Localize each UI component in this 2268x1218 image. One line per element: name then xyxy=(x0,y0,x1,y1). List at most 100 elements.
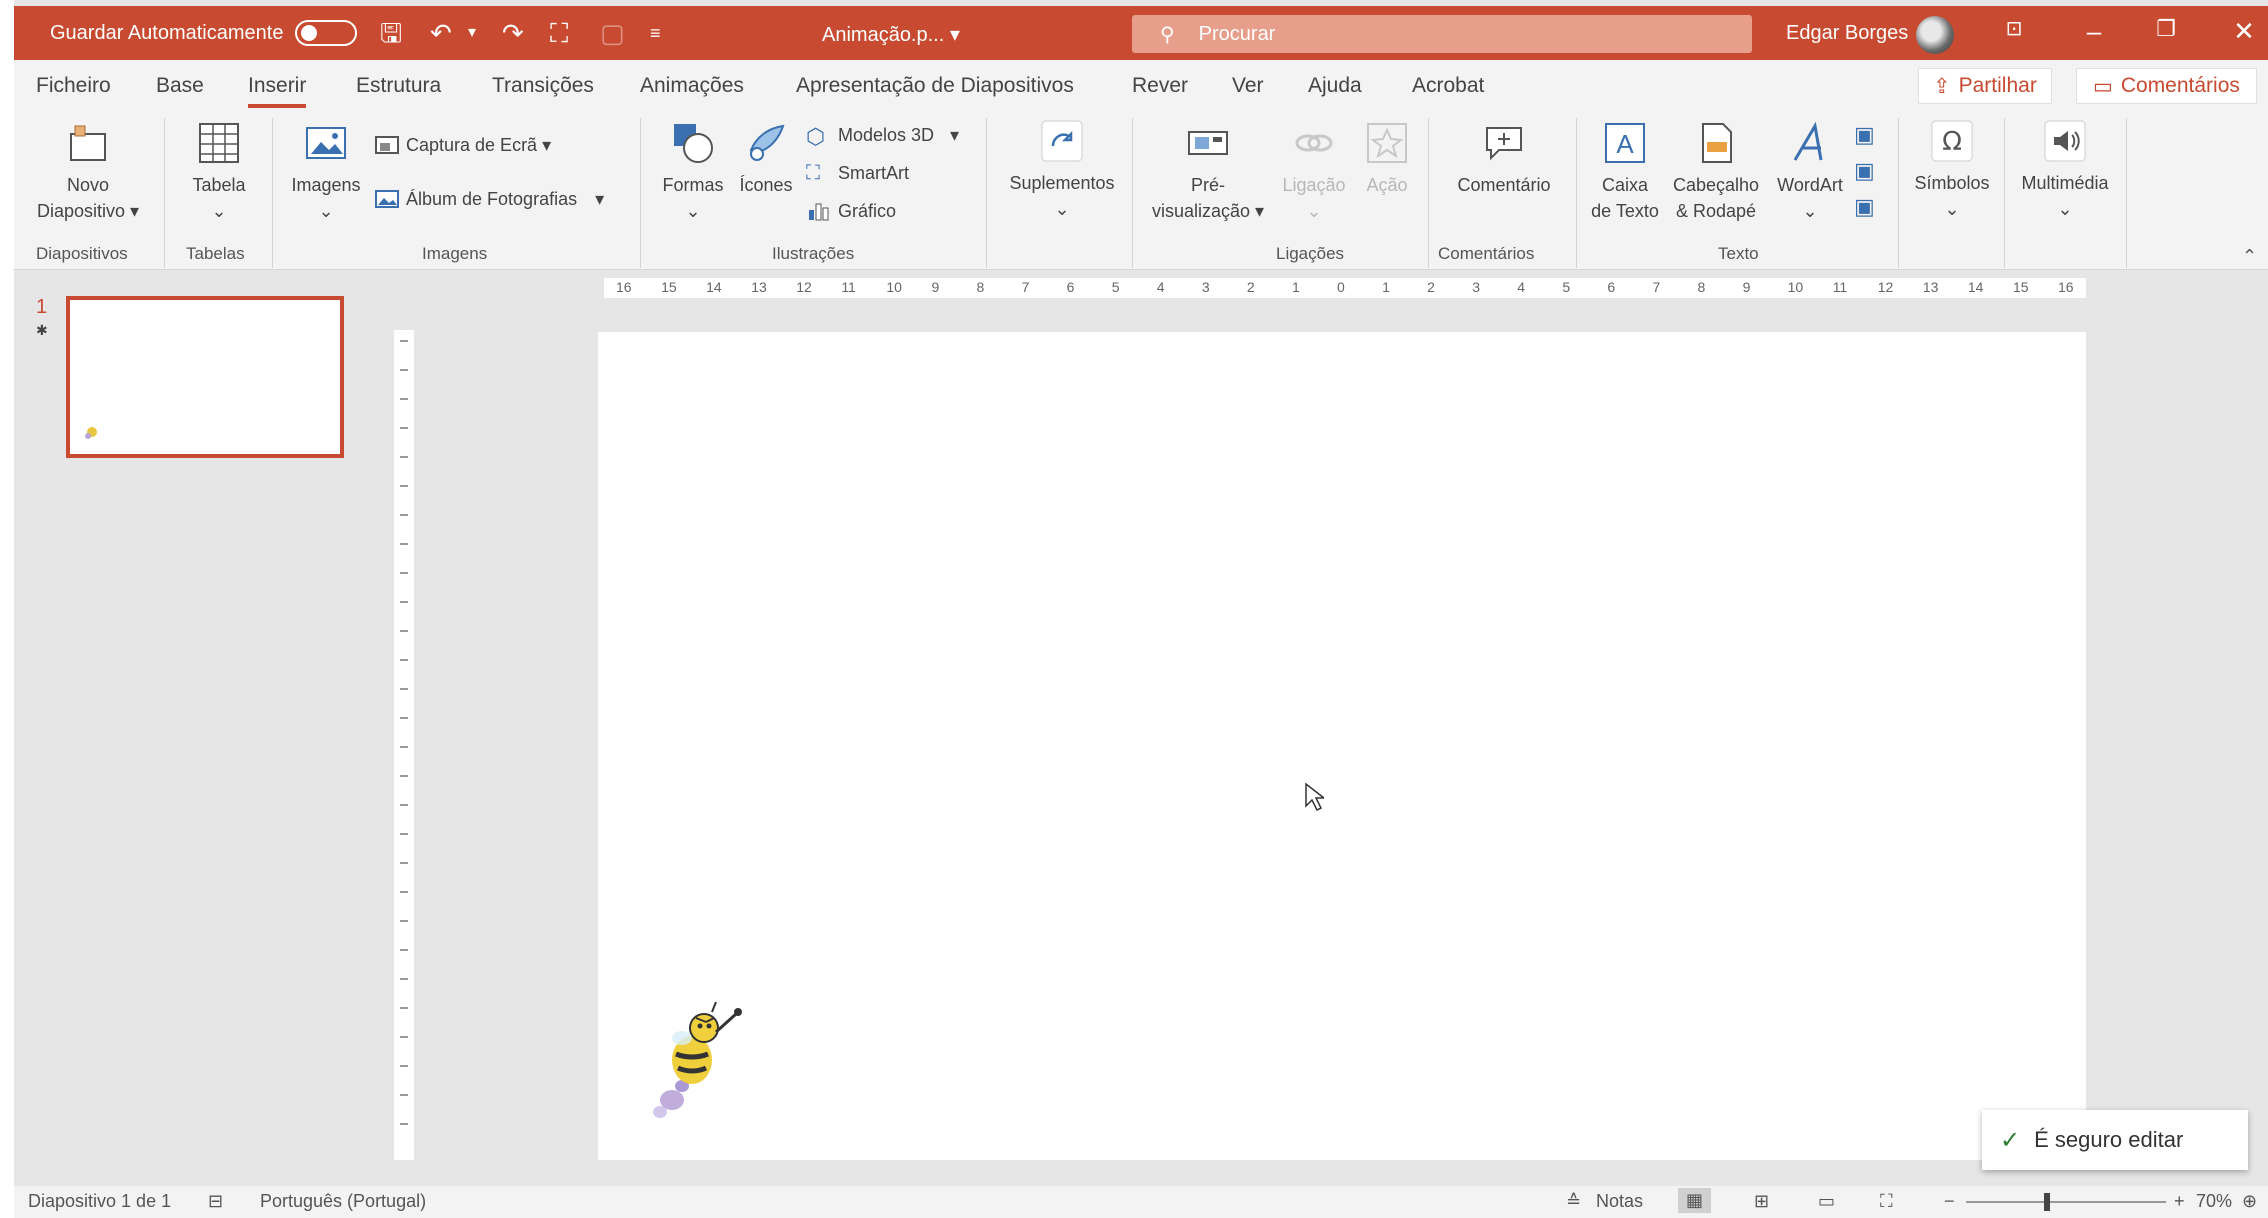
photo-album-icon xyxy=(375,190,399,208)
close-icon[interactable]: ✕ xyxy=(2224,16,2264,47)
svg-text:A: A xyxy=(1616,129,1634,159)
table-button[interactable]: Tabela ⌄ xyxy=(174,120,264,224)
new-slide-button[interactable]: Novo Diapositivo ▾ xyxy=(28,120,148,224)
share-icon: ⇪ xyxy=(1933,74,1951,98)
media-button[interactable]: Multimédia ⌄ xyxy=(2008,118,2122,222)
ribbon-display-icon[interactable]: ⊡ xyxy=(1994,16,2034,41)
fit-to-window-icon[interactable]: ⊕ xyxy=(2242,1191,2257,1212)
zoom-slider-thumb[interactable] xyxy=(2044,1193,2050,1211)
slide-number-icon[interactable]: ▣ xyxy=(1854,158,1875,184)
notes-icon[interactable]: ≙ xyxy=(1566,1191,1581,1212)
share-button[interactable]: ⇪ Partilhar xyxy=(1918,68,2052,104)
bee-character-image[interactable] xyxy=(616,972,746,1122)
horizontal-ruler: 16 15 14 13 12 11 10 9 8 7 6 5 4 3 2 1 0 1 2 3 4 5 6 7 8 9 10 11 12 1… xyxy=(604,278,2086,298)
customize-toolbar-icon[interactable]: ≡ xyxy=(650,18,661,48)
addins-button[interactable]: Suplementos ⌄ xyxy=(992,118,1132,222)
search-box[interactable]: ⚲ Procurar xyxy=(1132,15,1752,53)
save-icon[interactable]: 🖫 xyxy=(380,18,402,48)
image-icon xyxy=(306,127,346,159)
symbols-button[interactable]: Ω Símbolos ⌄ xyxy=(1902,118,2002,222)
safe-edit-notice[interactable]: ✓ É seguro editar xyxy=(1982,1110,2248,1170)
notes-button[interactable]: Notas xyxy=(1596,1191,1643,1212)
chevron-down-icon: ⌄ xyxy=(318,201,334,221)
tab-estrutura[interactable]: Estrutura xyxy=(356,74,441,98)
undo-icon[interactable]: ↶ xyxy=(430,18,452,48)
shapes-button[interactable]: Formas ⌄ xyxy=(648,120,738,224)
link-button[interactable]: Ligação ⌄ xyxy=(1276,120,1352,224)
icons-button[interactable]: Ícones xyxy=(728,120,804,198)
user-name[interactable]: Edgar Borges xyxy=(1786,22,1908,45)
autosave-toggle[interactable] xyxy=(295,20,358,46)
tab-inserir[interactable]: Inserir xyxy=(248,74,307,108)
slideshow-icon[interactable]: ⛶ xyxy=(1880,1191,1893,1212)
divider xyxy=(1898,118,1899,268)
zoom-slider[interactable] xyxy=(1966,1193,2166,1211)
comments-button[interactable]: ▭ Comentários xyxy=(2076,68,2257,104)
ruler-tick xyxy=(400,746,408,748)
chart-label: Gráfico xyxy=(838,200,897,221)
screenshot-button[interactable]: Captura de Ecrã ▾ xyxy=(374,134,551,156)
tab-animacoes[interactable]: Animações xyxy=(640,74,744,98)
tab-ver[interactable]: Ver xyxy=(1232,74,1264,98)
svg-text:Ω: Ω xyxy=(1942,127,1962,157)
preview-label2: visualização ▾ xyxy=(1151,201,1265,221)
zoom-out-icon[interactable]: − xyxy=(1944,1191,1955,1212)
collapse-ribbon-icon[interactable]: ⌃ xyxy=(2242,246,2257,267)
zoom-in-icon[interactable]: + xyxy=(2174,1191,2185,1212)
tab-base[interactable]: Base xyxy=(156,74,204,98)
slide-canvas[interactable] xyxy=(598,332,2086,1160)
comment-button[interactable]: Comentário xyxy=(1434,120,1574,198)
undo-dropdown-icon[interactable]: ▾ xyxy=(468,18,476,48)
autosave-label: Guardar Automaticamente xyxy=(50,21,284,44)
tab-ajuda[interactable]: Ajuda xyxy=(1308,74,1362,98)
group-label-links: Ligações xyxy=(1276,244,1345,263)
avatar[interactable] xyxy=(1916,16,1954,54)
comment-icon: ▭ xyxy=(2093,74,2113,98)
photo-album-button[interactable]: Álbum de Fotografias ▾ xyxy=(374,188,604,210)
group-label-tables: Tabelas xyxy=(186,244,245,263)
tab-acrobat[interactable]: Acrobat xyxy=(1412,74,1484,98)
restore-icon[interactable]: ❐ xyxy=(2146,16,2186,42)
wordart-button[interactable]: WordArt ⌄ xyxy=(1766,120,1854,224)
document-title[interactable]: Animação.p... ▾ xyxy=(822,22,960,47)
reading-view-icon[interactable]: ▭ xyxy=(1818,1191,1835,1212)
redo-icon[interactable]: ↷ xyxy=(502,18,524,48)
autosave-control[interactable]: Guardar Automaticamente xyxy=(50,20,358,46)
ruler-tick-label: 1 xyxy=(1382,279,1390,295)
ruler-tick xyxy=(400,427,408,429)
object-icon[interactable]: ▣ xyxy=(1854,194,1875,220)
ribbon-tabs: Ficheiro Base Inserir Estrutura Transiçõ… xyxy=(14,60,2268,110)
3d-models-button[interactable]: ⬡ Modelos 3D ▾ xyxy=(806,124,959,149)
comment-label: Comentário xyxy=(1457,175,1551,195)
ribbon-inserir: Novo Diapositivo ▾ Diapositivos Tabela ⌄… xyxy=(14,110,2268,270)
language[interactable]: Português (Portugal) xyxy=(260,1191,426,1212)
ruler-tick xyxy=(400,601,408,603)
slide-thumbnail[interactable] xyxy=(66,296,344,458)
group-label-images: Imagens xyxy=(422,244,488,263)
header-footer-button[interactable]: Cabeçalho & Rodapé xyxy=(1664,120,1768,224)
normal-view-icon[interactable]: ▦ xyxy=(1678,1188,1712,1213)
present-icon[interactable]: ⛶ xyxy=(550,18,568,48)
tab-transicoes[interactable]: Transições xyxy=(492,74,594,98)
addins-icon xyxy=(1041,120,1083,162)
minimize-icon[interactable]: – xyxy=(2074,16,2114,47)
ruler-tick xyxy=(400,1036,408,1038)
smartart-button[interactable]: ⛶ SmartArt xyxy=(806,162,909,184)
action-button[interactable]: Ação xyxy=(1352,120,1422,198)
tab-ficheiro[interactable]: Ficheiro xyxy=(36,74,111,98)
ruler-tick xyxy=(400,514,408,516)
spell-check-icon[interactable]: ⊟ xyxy=(208,1191,223,1212)
textbox-button[interactable]: A Caixa de Texto xyxy=(1580,120,1670,224)
zoom-level[interactable]: 70% xyxy=(2196,1191,2232,1212)
preview-button[interactable]: Pré- visualização ▾ xyxy=(1138,120,1278,224)
date-time-icon[interactable]: ▣ xyxy=(1854,122,1875,148)
chart-button[interactable]: Gráfico xyxy=(806,200,896,222)
mouse-pointer-icon xyxy=(1305,782,1324,812)
images-button[interactable]: Imagens ⌄ xyxy=(278,120,374,224)
tab-rever[interactable]: Rever xyxy=(1132,74,1188,98)
slide-sorter-icon[interactable]: ⊞ xyxy=(1754,1191,1769,1212)
group-label-comments: Comentários xyxy=(1438,244,1535,263)
ruler-tick-label: 8 xyxy=(976,279,985,295)
comments-label: Comentários xyxy=(2120,74,2240,97)
tab-apresentacao[interactable]: Apresentação de Diapositivos xyxy=(796,74,1074,98)
